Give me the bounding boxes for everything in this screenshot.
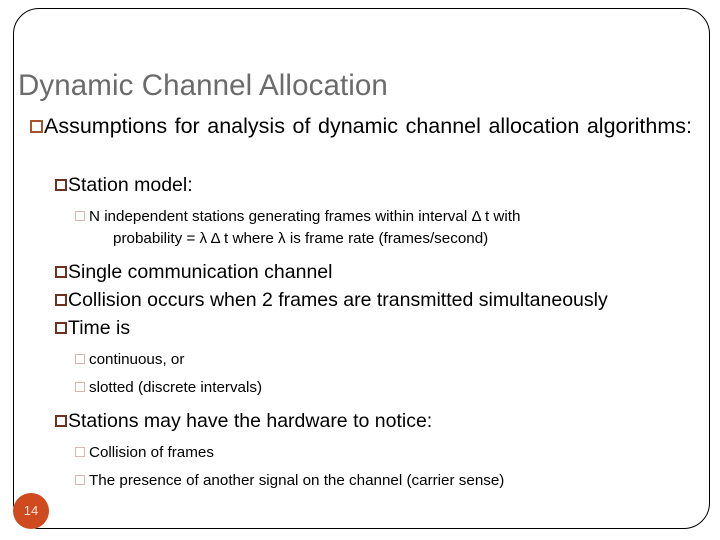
- square-bullet-icon: [75, 354, 85, 364]
- bullet-text-hardware-notice: Stations may have the hardware to notice…: [68, 410, 433, 432]
- bullet-text-carrier-sense: The presence of another signal on the ch…: [89, 472, 505, 489]
- square-bullet-icon: [55, 294, 67, 306]
- bullet-text-single-channel: Single communication channel: [68, 261, 333, 283]
- bullet-item-station-model: Station model:: [55, 172, 692, 199]
- square-bullet-icon: [75, 211, 85, 221]
- slide-canvas: Dynamic Channel Allocation Assumptions f…: [0, 0, 720, 540]
- bullet-item-carrier-sense: The presence of another signal on the ch…: [75, 470, 692, 492]
- square-bullet-icon: [55, 322, 67, 334]
- square-bullet-icon: [75, 475, 85, 485]
- square-bullet-icon: [30, 120, 43, 133]
- square-bullet-icon: [75, 382, 85, 392]
- bullet-text-n-stations-line2: probability = λ Δ t where λ is frame rat…: [113, 230, 489, 247]
- square-bullet-icon: [55, 179, 67, 191]
- bullet-text-continuous: continuous, or: [89, 351, 185, 368]
- square-bullet-icon: [75, 447, 85, 457]
- square-bullet-icon: [55, 415, 67, 427]
- bullet-text-n-stations-group: N independent stations generating frames…: [89, 206, 692, 250]
- bullet-item-collision-of-frames: Collision of frames: [75, 442, 692, 464]
- bullet-text-collision: Collision occurs when 2 frames are trans…: [68, 289, 608, 311]
- bullet-item-slotted: slotted (discrete intervals): [75, 377, 692, 399]
- bullet-item-collision: Collision occurs when 2 frames are trans…: [55, 287, 692, 314]
- bullet-item-time-is: Time is: [55, 315, 692, 342]
- bullet-text-slotted: slotted (discrete intervals): [89, 379, 263, 396]
- slide-content-body: Assumptions for analysis of dynamic chan…: [30, 112, 692, 492]
- bullet-item-assumptions: Assumptions for analysis of dynamic chan…: [30, 112, 692, 170]
- page-number-badge: 14: [13, 493, 49, 529]
- page-title: Dynamic Channel Allocation: [18, 68, 388, 102]
- bullet-text-station-model: Station model:: [68, 174, 193, 196]
- bullet-text-collision-of-frames: Collision of frames: [89, 444, 214, 461]
- bullet-item-single-channel: Single communication channel: [55, 259, 692, 286]
- bullet-text-assumptions: Assumptions for analysis of dynamic chan…: [44, 114, 692, 138]
- bullet-item-n-stations: N independent stations generating frames…: [75, 206, 692, 250]
- square-bullet-icon: [55, 266, 67, 278]
- bullet-item-hardware-notice: Stations may have the hardware to notice…: [55, 408, 692, 435]
- bullet-text-time-is: Time is: [68, 317, 131, 339]
- bullet-item-continuous: continuous, or: [75, 349, 692, 371]
- bullet-text-n-stations-line1: N independent stations generating frames…: [89, 208, 521, 225]
